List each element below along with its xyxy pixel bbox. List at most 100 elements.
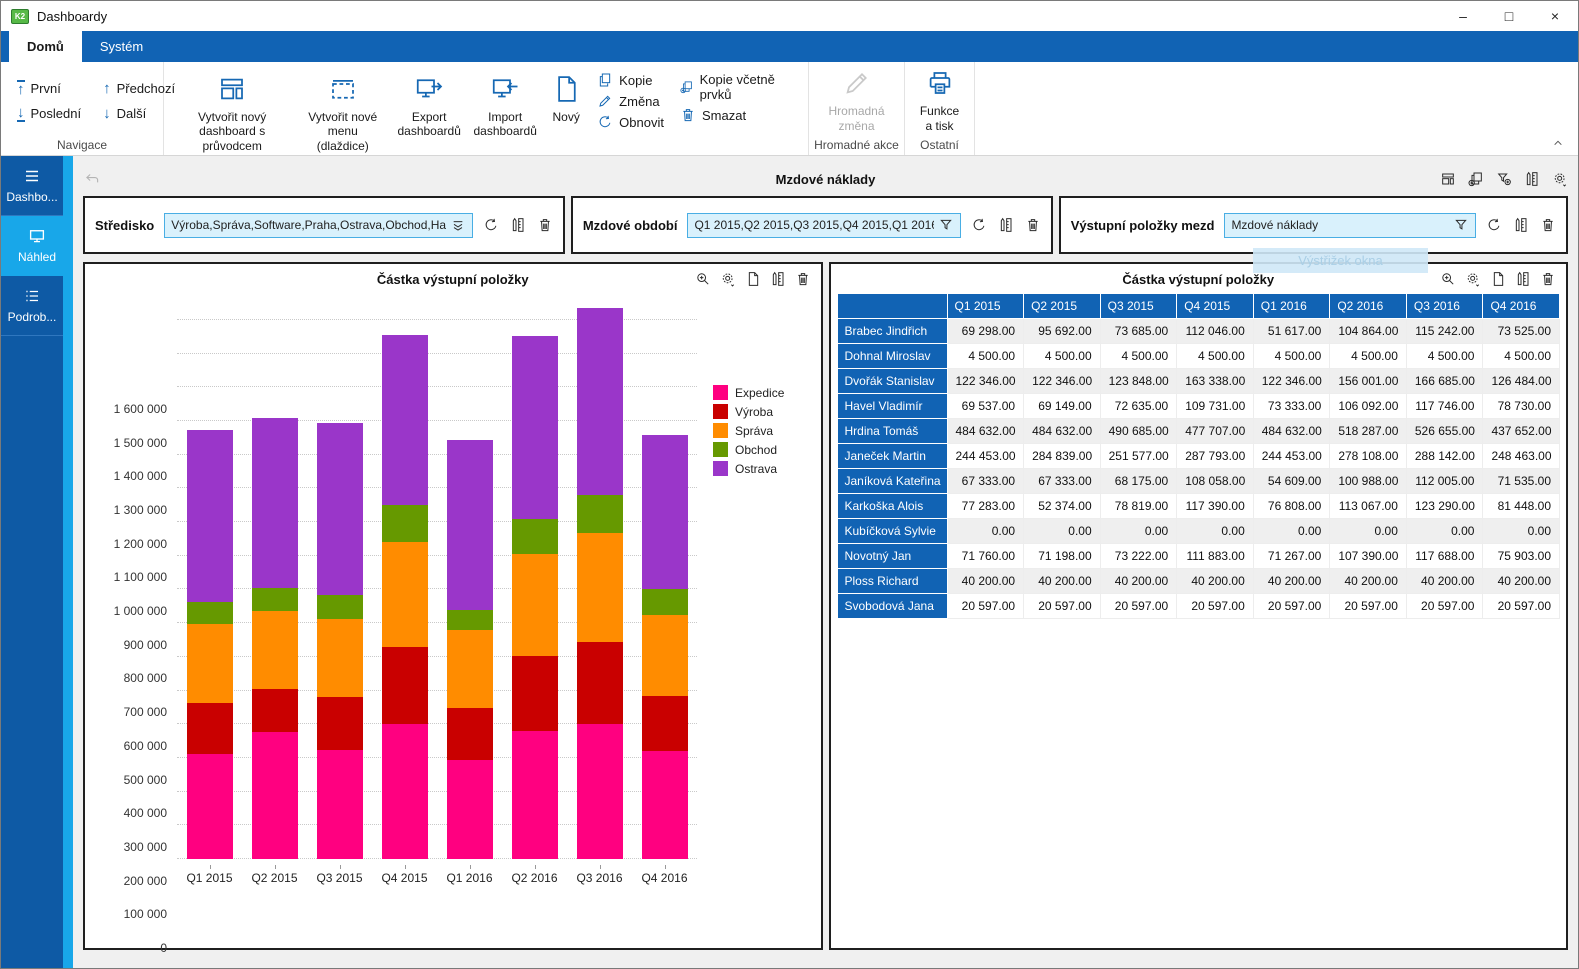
refresh-label: Obnovit (619, 115, 664, 130)
filter-add-icon[interactable] (1496, 171, 1512, 187)
trash-icon[interactable] (537, 217, 553, 233)
table-cell: 126 484.00 (1483, 369, 1560, 394)
ruler-edit-icon[interactable] (1524, 171, 1540, 187)
table-row[interactable]: Havel Vladimír69 537.0069 149.0072 635.0… (837, 394, 1560, 419)
table-row[interactable]: Janeček Martin244 453.00284 839.00251 57… (837, 444, 1560, 469)
zoom-plus-icon[interactable] (1440, 271, 1456, 287)
table-cell: 20 597.00 (947, 594, 1024, 619)
sidebar-item-podrobnosti[interactable]: Podrob... (1, 276, 63, 336)
dashboard-layout-icon[interactable] (1440, 171, 1456, 187)
funnel-icon[interactable] (1453, 217, 1469, 233)
trash-icon[interactable] (795, 271, 811, 287)
ruler-edit-icon[interactable] (510, 217, 526, 233)
trash-icon[interactable] (1540, 271, 1556, 287)
trash-icon (680, 107, 696, 123)
table-row[interactable]: Hrdina Tomáš484 632.00484 632.00490 685.… (837, 419, 1560, 444)
table-row[interactable]: Brabec Jindřich69 298.0095 692.0073 685.… (837, 319, 1560, 344)
table-column-header[interactable]: Q3 2016 (1406, 294, 1483, 319)
y-tick-label: 1 500 000 (114, 436, 167, 450)
copy-add-icon[interactable] (1468, 171, 1484, 187)
close-button[interactable]: × (1532, 1, 1578, 31)
table-column-header[interactable]: Q2 2015 (1024, 294, 1101, 319)
stacked-bar (252, 418, 298, 859)
sidebar-item-dashboardy[interactable]: Dashbo... (1, 156, 63, 216)
sidebar-item-nahled[interactable]: Náhled (1, 216, 73, 276)
arrow-down-bar-icon: ↓ (17, 105, 25, 122)
bar-segment-ostrava (577, 308, 623, 495)
bulk-change-button[interactable]: Hromadná změna (815, 64, 898, 137)
table-row-header: Janeček Martin (837, 444, 947, 469)
table-cell: 248 463.00 (1483, 444, 1560, 469)
nav-last-button[interactable]: ↓ Poslední (17, 105, 81, 122)
table-row[interactable]: Ploss Richard40 200.0040 200.0040 200.00… (837, 569, 1560, 594)
document-icon[interactable] (1490, 271, 1506, 287)
trash-icon[interactable] (1540, 217, 1556, 233)
new-button[interactable]: Nový (543, 70, 589, 128)
ruler-edit-icon[interactable] (770, 271, 786, 287)
export-dashboards-button[interactable]: Export dashboardů (391, 70, 467, 143)
table-cell: 78 819.00 (1100, 494, 1177, 519)
table-cell: 477 707.00 (1177, 419, 1254, 444)
table-column-header[interactable]: Q2 2016 (1330, 294, 1407, 319)
table-row[interactable]: Dvořák Stanislav122 346.00122 346.00123 … (837, 369, 1560, 394)
table-cell: 77 283.00 (947, 494, 1024, 519)
table-cell: 244 453.00 (947, 444, 1024, 469)
maximize-button[interactable]: □ (1486, 1, 1532, 31)
copy-button[interactable]: Kopie (597, 72, 664, 88)
window-title: Dashboardy (37, 9, 107, 24)
tab-domu[interactable]: Domů (9, 31, 82, 62)
ruler-edit-icon[interactable] (1513, 217, 1529, 233)
list-icon (23, 287, 41, 305)
table-cell: 0.00 (947, 519, 1024, 544)
table-row[interactable]: Dohnal Miroslav4 500.004 500.004 500.004… (837, 344, 1560, 369)
table-row-header: Karkoška Alois (837, 494, 947, 519)
x-tick-label: Q1 2016 (437, 865, 502, 885)
table-cell: 4 500.00 (1177, 344, 1254, 369)
funnel-icon[interactable] (938, 217, 954, 233)
minimize-button[interactable]: – (1440, 1, 1486, 31)
delete-button[interactable]: Smazat (680, 107, 794, 123)
functions-print-button[interactable]: Funkce a tisk (911, 64, 968, 137)
document-icon[interactable] (745, 271, 761, 287)
dropdown-filter-icon[interactable] (450, 217, 466, 233)
tab-system[interactable]: Systém (82, 31, 161, 62)
bar-segment-expedice (577, 724, 623, 859)
refresh-icon[interactable] (971, 217, 987, 233)
table-row[interactable]: Novotný Jan71 760.0071 198.0073 222.0011… (837, 544, 1560, 569)
table-cell: 69 298.00 (947, 319, 1024, 344)
create-dashboard-wizard-button[interactable]: Vytvořit nový dashboard s průvodcem (170, 70, 294, 157)
table-column-header[interactable]: Q1 2016 (1253, 294, 1330, 319)
delete-label: Smazat (702, 108, 746, 123)
table-column-header[interactable]: Q3 2015 (1100, 294, 1177, 319)
table-column-header[interactable]: Q4 2015 (1177, 294, 1254, 319)
table-column-header[interactable]: Q4 2016 (1483, 294, 1560, 319)
filter-stredisko-input[interactable]: Výroba,Správa,Software,Praha,Ostrava,Obc… (164, 213, 473, 238)
change-button[interactable]: Změna (597, 93, 664, 109)
ribbon-collapse-chevron-icon[interactable] (1550, 135, 1566, 151)
table-row[interactable]: Janíková Kateřina67 333.0067 333.0068 17… (837, 469, 1560, 494)
filter-vystupni-polozky-input[interactable]: Mzdové náklady (1224, 213, 1476, 238)
filter-mzdove-obdobi-input[interactable]: Q1 2015,Q2 2015,Q3 2015,Q4 2015,Q1 2016,… (687, 213, 960, 238)
zoom-plus-icon[interactable] (695, 271, 711, 287)
table-column-header[interactable]: Q1 2015 (947, 294, 1024, 319)
create-menu-tiles-button[interactable]: Vytvořit nové menu (dlaždice) (294, 70, 391, 157)
ruler-edit-icon[interactable] (998, 217, 1014, 233)
bar-segment-ostrava (642, 435, 688, 589)
gear-icon[interactable] (1465, 271, 1481, 287)
dashboard-title: Mzdové náklady (83, 172, 1568, 187)
copy-including-elements-button[interactable]: Kopie včetně prvků (680, 72, 794, 102)
refresh-button[interactable]: Obnovit (597, 114, 664, 130)
nav-first-button[interactable]: ↑ První (17, 80, 81, 97)
table-row[interactable]: Karkoška Alois77 283.0052 374.0078 819.0… (837, 494, 1560, 519)
table-row[interactable]: Kubíčková Sylvie0.000.000.000.000.000.00… (837, 519, 1560, 544)
refresh-icon[interactable] (1486, 217, 1502, 233)
gear-icon[interactable] (1552, 171, 1568, 187)
import-dashboards-button[interactable]: Import dashboardů (467, 70, 543, 143)
gear-icon[interactable] (720, 271, 736, 287)
legend-label: Ostrava (735, 462, 777, 476)
refresh-icon[interactable] (483, 217, 499, 233)
stacked-bar (187, 430, 233, 859)
ruler-edit-icon[interactable] (1515, 271, 1531, 287)
trash-icon[interactable] (1025, 217, 1041, 233)
table-row[interactable]: Svobodová Jana20 597.0020 597.0020 597.0… (837, 594, 1560, 619)
